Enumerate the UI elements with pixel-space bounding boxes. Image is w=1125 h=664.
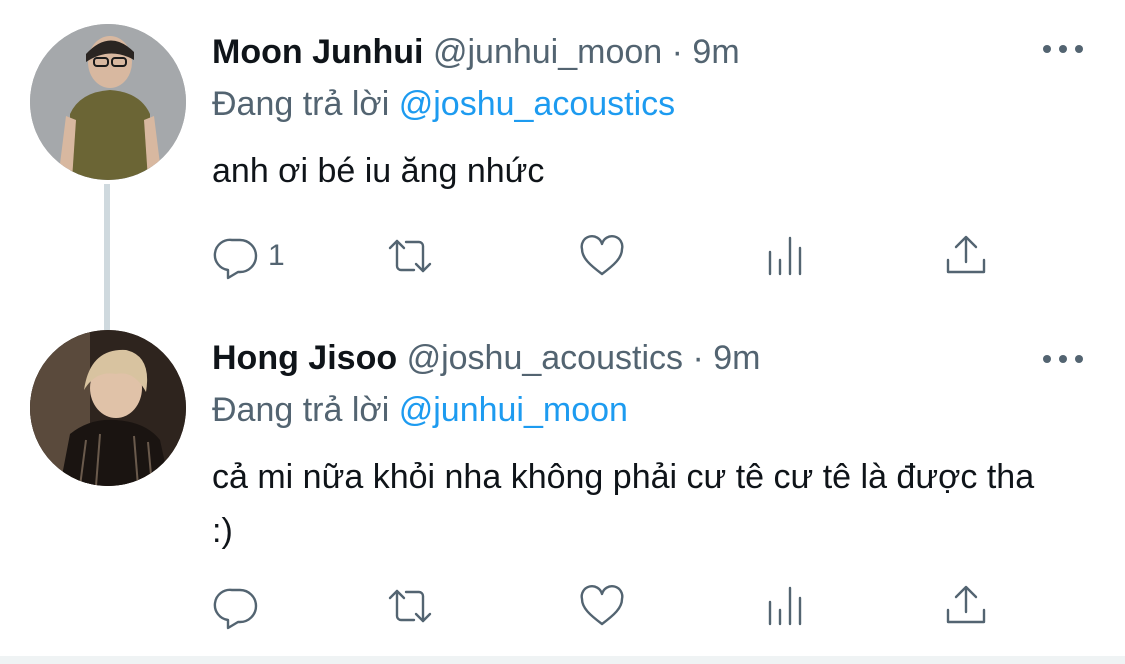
action-bar (212, 582, 1012, 630)
replying-to: Đang trả lời @joshu_acoustics (212, 84, 675, 124)
retweet-icon (388, 239, 432, 273)
reply-icon (213, 238, 258, 280)
replying-to-label: Đang trả lời (212, 85, 390, 123)
share-icon (946, 585, 986, 624)
retweet-icon (388, 589, 432, 623)
mention-link[interactable]: @junhui_moon (399, 391, 628, 429)
views-button[interactable] (762, 232, 810, 280)
reply-icon (213, 588, 258, 630)
replying-to: Đang trả lời @junhui_moon (212, 390, 628, 430)
username[interactable]: @junhui_moon (433, 33, 662, 71)
reply-button[interactable] (212, 582, 268, 630)
action-bar: 1 (212, 232, 1012, 280)
tweet-text: cả mi nữa khỏi nha không phải cư tê cư t… (212, 458, 1035, 550)
retweet-button[interactable] (386, 582, 434, 630)
divider (0, 656, 1125, 664)
reply-count: 1 (268, 239, 285, 272)
like-button[interactable] (578, 582, 626, 630)
more-icon[interactable] (1043, 354, 1083, 364)
timestamp[interactable]: 9m (692, 33, 739, 71)
like-icon (580, 235, 624, 276)
avatar[interactable] (30, 24, 186, 180)
tweet-text: anh ơi bé iu ăng nhức (212, 152, 545, 190)
more-icon[interactable] (1043, 44, 1083, 54)
views-icon (768, 586, 802, 626)
username[interactable]: @joshu_acoustics (407, 339, 683, 377)
display-name[interactable]: Moon Junhui (212, 33, 424, 71)
tweet-header: Moon Junhui @junhui_moon · 9m (212, 32, 740, 72)
timestamp[interactable]: 9m (713, 339, 760, 377)
views-button[interactable] (762, 582, 810, 630)
share-button[interactable] (942, 232, 990, 280)
separator-dot: · (692, 339, 704, 377)
tweet[interactable]: Moon Junhui @junhui_moon · 9m Đang trả l… (0, 0, 1125, 330)
separator-dot: · (671, 33, 683, 71)
mention-link[interactable]: @joshu_acoustics (399, 85, 675, 123)
thread-line (104, 184, 110, 330)
tweet[interactable]: Hong Jisoo @joshu_acoustics · 9m Đang tr… (0, 330, 1125, 652)
tweet-header: Hong Jisoo @joshu_acoustics · 9m (212, 338, 760, 378)
share-button[interactable] (942, 582, 990, 630)
display-name[interactable]: Hong Jisoo (212, 339, 397, 377)
reply-button[interactable]: 1 (212, 232, 285, 280)
views-icon (768, 236, 802, 276)
like-button[interactable] (578, 232, 626, 280)
retweet-button[interactable] (386, 232, 434, 280)
replying-to-label: Đang trả lời (212, 391, 390, 429)
avatar[interactable] (30, 330, 186, 486)
like-icon (580, 585, 624, 626)
share-icon (946, 235, 986, 274)
